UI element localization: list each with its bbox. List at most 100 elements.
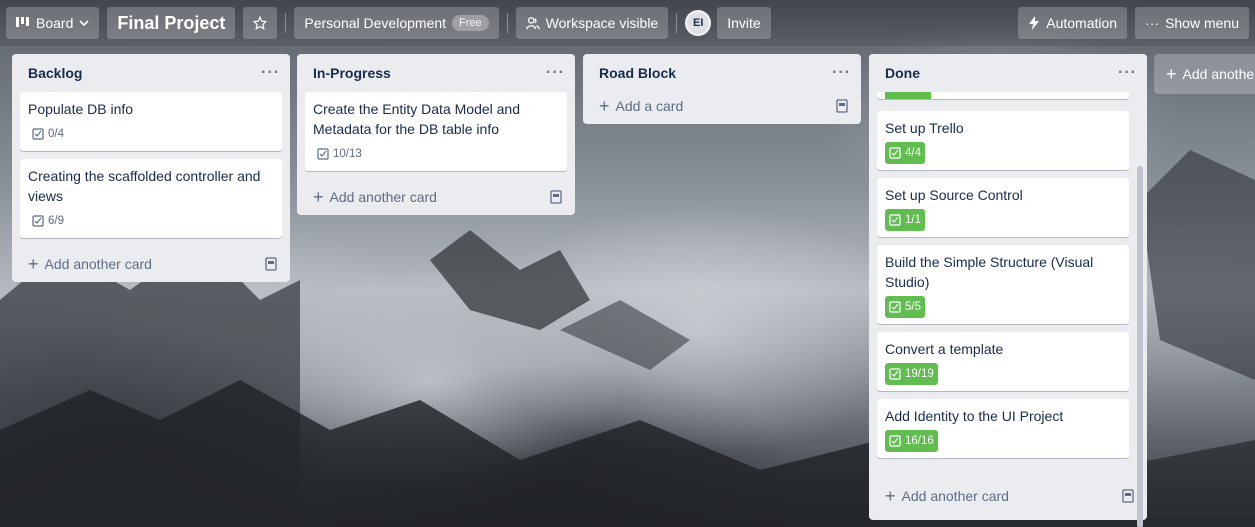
list-backlog: Backlog ··· Populate DB info 0/4 Creatin… [12, 54, 290, 282]
card-title: Build the Simple Structure (Visual Studi… [885, 254, 1094, 290]
show-menu-button[interactable]: ··· Show menu [1135, 7, 1249, 39]
card-title: Creating the scaffolded controller and v… [28, 168, 261, 204]
divider [506, 13, 508, 33]
card-partial[interactable] [877, 92, 1129, 99]
list-header: Road Block ··· [583, 54, 861, 92]
list-title[interactable]: Road Block [599, 65, 676, 81]
checklist-icon [889, 301, 901, 313]
plus-icon: + [28, 254, 39, 274]
add-list-button[interactable]: + Add another list [1154, 54, 1255, 94]
card[interactable]: Set up Source Control 1/1 [877, 178, 1129, 237]
checklist-icon [32, 128, 44, 140]
list-header: Backlog ··· [12, 54, 290, 92]
show-menu-label: Show menu [1165, 15, 1239, 31]
card-template-icon[interactable] [264, 257, 278, 271]
visibility-label: Workspace visible [545, 15, 659, 31]
invite-button[interactable]: Invite [717, 7, 771, 39]
people-icon [525, 17, 540, 30]
card-title: Add Identity to the UI Project [885, 408, 1064, 424]
checklist-icon [889, 368, 901, 380]
list-menu-icon[interactable]: ··· [261, 64, 280, 82]
add-card-label: Add another card [329, 189, 437, 205]
checklist-badge: 0/4 [28, 123, 68, 145]
card-title: Set up Source Control [885, 187, 1023, 203]
checklist-badge: 19/19 [885, 363, 938, 385]
divider [676, 13, 678, 33]
add-card-label: Add another card [44, 256, 152, 272]
checklist-count: 10/13 [333, 148, 362, 160]
card[interactable]: Build the Simple Structure (Visual Studi… [877, 245, 1129, 324]
checklist-count: 5/5 [905, 301, 921, 313]
board-view-icon [16, 17, 29, 27]
done-card-scroll[interactable]: Set up Trello 4/4 Set up Source Control … [869, 92, 1147, 478]
add-card-button[interactable]: + Add another card [869, 478, 1147, 514]
list-menu-icon[interactable]: ··· [546, 64, 565, 82]
add-list-label: Add another list [1182, 66, 1255, 82]
checklist-count: 0/4 [48, 128, 64, 140]
list-in-progress: In-Progress ··· Create the Entity Data M… [297, 54, 575, 215]
workspace-button[interactable]: Personal Development Free [294, 7, 499, 39]
more-icon: ··· [1145, 15, 1160, 31]
list-done: Done ··· Set up Trello 4/4 Set up Source… [869, 54, 1147, 527]
card[interactable]: Creating the scaffolded controller and v… [20, 159, 282, 238]
card[interactable]: Add Identity to the UI Project 16/16 [877, 399, 1129, 458]
card-title: Convert a template [885, 341, 1004, 357]
automation-label: Automation [1046, 15, 1118, 31]
list-header: Done ··· [869, 54, 1147, 92]
plus-icon: + [1166, 63, 1177, 84]
add-card-label: Add another card [901, 488, 1009, 504]
add-card-label: Add a card [615, 98, 684, 114]
add-card-button[interactable]: + Add another card [12, 246, 290, 282]
list-header: In-Progress ··· [297, 54, 575, 92]
list-scrollbar[interactable] [1137, 166, 1143, 527]
checklist-icon [889, 435, 901, 447]
list-menu-icon[interactable]: ··· [1118, 64, 1137, 82]
card[interactable]: Populate DB info 0/4 [20, 92, 282, 151]
checklist-badge: 6/9 [28, 210, 68, 232]
star-button[interactable] [243, 7, 278, 39]
checklist-icon [889, 147, 901, 159]
board-title[interactable]: Final Project [107, 7, 236, 39]
board-view-label: Board [36, 15, 74, 31]
workspace-plan-badge: Free [452, 15, 489, 31]
card-template-icon[interactable] [835, 99, 849, 113]
board-view-switcher[interactable]: Board [6, 7, 100, 39]
list-title[interactable]: In-Progress [313, 65, 391, 81]
checklist-count: 1/1 [905, 214, 921, 226]
checklist-icon [32, 215, 44, 227]
card-title: Populate DB info [28, 101, 134, 117]
add-card-button[interactable]: + Add another card [297, 179, 575, 215]
divider [285, 13, 287, 33]
checklist-icon [317, 148, 329, 160]
plus-icon: + [599, 96, 610, 116]
list-menu-icon[interactable]: ··· [832, 64, 851, 82]
visibility-button[interactable]: Workspace visible [515, 7, 669, 39]
card[interactable]: Convert a template 19/19 [877, 332, 1129, 391]
card[interactable]: Create the Entity Data Model and Metadat… [305, 92, 567, 171]
add-card-button[interactable]: + Add a card [583, 88, 861, 124]
checklist-badge [885, 92, 931, 99]
scrollbar-thumb[interactable] [1137, 166, 1143, 527]
card[interactable]: Set up Trello 4/4 [877, 111, 1129, 170]
board-header: Board Final Project Personal Development… [0, 0, 1255, 46]
card-template-icon[interactable] [1121, 489, 1135, 503]
lightning-icon [1029, 16, 1040, 30]
card-template-icon[interactable] [549, 190, 563, 204]
plus-icon: + [313, 187, 324, 207]
star-icon [253, 16, 268, 30]
list-title[interactable]: Done [885, 65, 920, 81]
chevron-down-icon [79, 20, 89, 27]
card-title: Create the Entity Data Model and Metadat… [313, 101, 521, 137]
card-title: Set up Trello [885, 120, 964, 136]
checklist-badge: 1/1 [885, 209, 925, 231]
automation-button[interactable]: Automation [1018, 7, 1128, 39]
checklist-count: 16/16 [905, 435, 934, 447]
checklist-badge: 16/16 [885, 430, 938, 452]
checklist-count: 6/9 [48, 215, 64, 227]
avatar[interactable]: EI [685, 10, 712, 36]
checklist-badge: 4/4 [885, 142, 925, 164]
list-title[interactable]: Backlog [28, 65, 82, 81]
checklist-badge: 5/5 [885, 296, 925, 318]
workspace-name: Personal Development [304, 15, 447, 31]
list-road-block: Road Block ··· + Add a card [583, 54, 861, 124]
